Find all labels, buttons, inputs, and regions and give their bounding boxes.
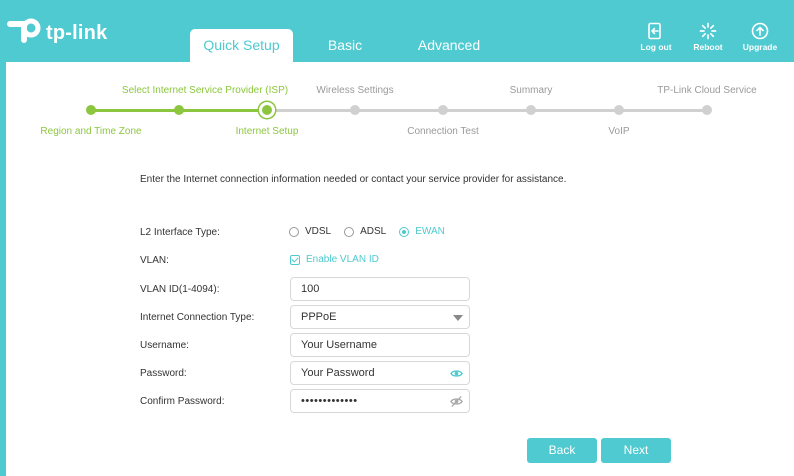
radio-circle-icon [344, 226, 355, 237]
tp-link-logo-icon [7, 18, 41, 43]
logout-button[interactable]: Log out [630, 22, 682, 52]
header-actions: Log out Reboot Upgrade [630, 22, 786, 52]
confirm-password-label: Confirm Password: [140, 396, 225, 407]
step-dot-current [259, 102, 275, 118]
brand-name: tp-link [46, 21, 108, 44]
upgrade-button[interactable]: Upgrade [734, 22, 786, 52]
next-button[interactable]: Next [601, 438, 671, 463]
setup-progress-stepper: Select Internet Service Provider (ISP) W… [6, 62, 794, 152]
dropdown-caret-icon [453, 315, 463, 321]
radio-ewan-label: EWAN [415, 226, 445, 237]
step-dot [350, 105, 360, 115]
tab-advanced[interactable]: Advanced [397, 29, 501, 62]
tab-basic[interactable]: Basic [293, 29, 397, 62]
upgrade-icon [751, 22, 769, 40]
radio-adsl-label: ADSL [360, 226, 387, 237]
logout-label: Log out [640, 42, 672, 52]
progress-track-todo [267, 109, 707, 112]
upgrade-label: Upgrade [742, 42, 778, 52]
step-label-summary: Summary [509, 85, 553, 96]
step-dot [438, 105, 448, 115]
radio-vdsl-label: VDSL [305, 226, 332, 237]
radio-adsl[interactable]: ADSL [344, 226, 386, 237]
username-placeholder: Your Username [301, 339, 378, 351]
step-label-cloud: TP-Link Cloud Service [657, 85, 757, 96]
confirm-password-value: ••••••••••••• [301, 395, 358, 407]
step-dot [174, 105, 184, 115]
step-label-region: Region and Time Zone [40, 126, 142, 137]
step-label-internet-setup: Internet Setup [235, 126, 299, 137]
connection-type-select[interactable]: PPPoE [290, 305, 470, 329]
vlan-id-input[interactable]: 100 [290, 277, 470, 301]
instructions-text: Enter the Internet connection informatio… [140, 174, 567, 185]
step-label-isp: Select Internet Service Provider (ISP) [121, 85, 289, 96]
step-label-voip: VoIP [608, 126, 630, 137]
password-placeholder: Your Password [301, 367, 375, 379]
enable-vlan-checkbox[interactable]: Enable VLAN ID [290, 254, 379, 265]
tp-link-logo[interactable]: tp-link [6, 18, 107, 48]
l2-interface-label: L2 Interface Type: [140, 227, 220, 238]
l2-interface-radio-group: VDSL ADSL EWAN [289, 226, 458, 237]
show-password-eye-icon[interactable] [450, 367, 463, 380]
username-label: Username: [140, 340, 189, 351]
step-dot [86, 105, 96, 115]
step-dot [614, 105, 624, 115]
step-label-connection-test: Connection Test [407, 126, 479, 137]
confirm-password-input[interactable]: ••••••••••••• [290, 389, 470, 413]
reboot-button[interactable]: Reboot [682, 22, 734, 52]
top-header: tp-link Quick Setup Basic Advanced Log o… [0, 0, 794, 62]
vlan-label: VLAN: [140, 255, 169, 266]
step-label-wireless: Wireless Settings [316, 85, 394, 96]
quick-setup-panel: Select Internet Service Provider (ISP) W… [6, 62, 794, 476]
main-tabs: Quick Setup Basic Advanced [190, 29, 501, 62]
radio-ewan[interactable]: EWAN [399, 226, 445, 237]
checkbox-checked-icon [290, 254, 300, 265]
reboot-icon [699, 22, 717, 40]
enable-vlan-label: Enable VLAN ID [306, 254, 379, 265]
back-button[interactable]: Back [527, 438, 597, 463]
reboot-label: Reboot [693, 42, 723, 52]
vlan-id-value: 100 [301, 283, 320, 295]
radio-circle-icon [289, 226, 299, 237]
connection-type-value: PPPoE [301, 311, 337, 323]
hide-password-eye-slash-icon[interactable] [450, 395, 463, 408]
password-label: Password: [140, 368, 187, 379]
tab-quick-setup[interactable]: Quick Setup [190, 29, 293, 62]
connection-type-label: Internet Connection Type: [140, 312, 255, 323]
password-input[interactable]: Your Password [290, 361, 470, 385]
logout-icon [648, 22, 661, 40]
step-dot [526, 105, 536, 115]
radio-vdsl[interactable]: VDSL [289, 226, 331, 237]
radio-selected-icon [399, 226, 410, 237]
vlan-id-label: VLAN ID(1-4094): [140, 284, 220, 295]
step-dot [702, 105, 712, 115]
username-input[interactable]: Your Username [290, 333, 470, 357]
